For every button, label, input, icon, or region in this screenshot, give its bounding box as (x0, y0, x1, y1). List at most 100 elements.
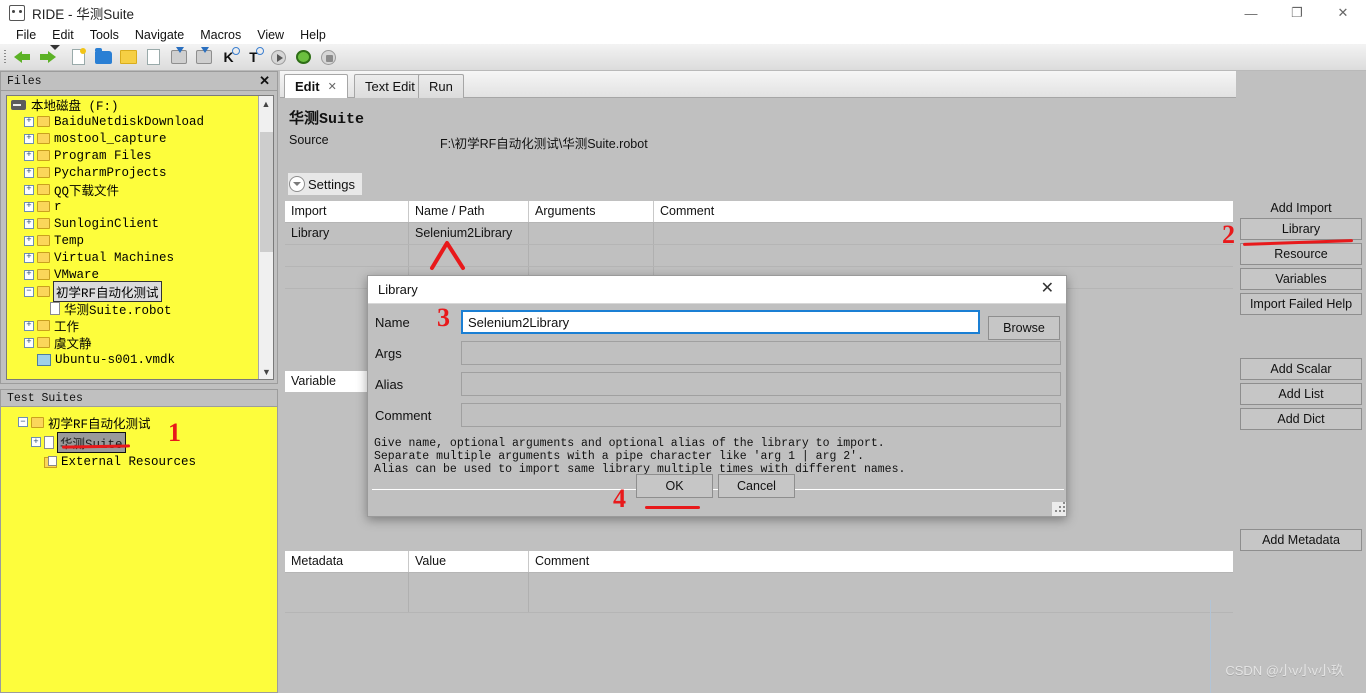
files-tree-item[interactable]: + Virtual Machines (7, 249, 273, 266)
tab-edit[interactable]: Edit ✕ (284, 74, 348, 98)
dialog-name-field[interactable]: Selenium2Library (461, 310, 980, 334)
dialog-comment-field[interactable] (461, 403, 1061, 427)
back-arrow-icon[interactable] (10, 44, 35, 71)
add-scalar-button[interactable]: Add Scalar (1240, 358, 1362, 380)
table-row[interactable] (285, 245, 1233, 267)
search-keyword-icon[interactable]: K (216, 44, 241, 71)
test-suites-tree[interactable]: − 初学RF自动化测试 + 华测Suite External Resources (1, 407, 277, 472)
dialog-name-value: Selenium2Library (468, 315, 570, 330)
tree-expander-icon[interactable]: + (24, 133, 34, 144)
tree-expander-icon[interactable]: + (24, 218, 34, 229)
dialog-cancel-button[interactable]: Cancel (718, 474, 795, 498)
save-icon[interactable] (166, 44, 191, 71)
stop-icon[interactable] (316, 44, 341, 71)
add-dict-button[interactable]: Add Dict (1240, 408, 1362, 430)
tab-text-edit[interactable]: Text Edit (354, 74, 426, 98)
test-suite-item[interactable]: + 华测Suite (1, 431, 277, 453)
dialog-ok-button[interactable]: OK (636, 474, 713, 498)
test-suite-item[interactable]: External Resources (1, 452, 277, 472)
tab-run[interactable]: Run (418, 74, 464, 98)
close-button[interactable]: ✕ (1320, 0, 1366, 26)
scroll-down-icon[interactable]: ▼ (259, 364, 273, 379)
minimize-button[interactable]: — (1228, 0, 1274, 26)
toolbar-grip[interactable] (0, 44, 10, 71)
menu-item-file[interactable]: File (8, 26, 44, 44)
files-tree[interactable]: 本地磁盘 (F:) + BaiduNetdiskDownload + mostool_c… (6, 95, 274, 380)
files-tree-item[interactable]: + 虞文静 (7, 334, 273, 352)
tab-edit-close-icon[interactable]: ✕ (328, 80, 337, 93)
files-tree-item[interactable]: + r (7, 198, 273, 215)
tree-expander-icon[interactable]: + (24, 320, 34, 331)
tree-expander-icon[interactable]: + (24, 167, 34, 178)
save-all-icon[interactable] (191, 44, 216, 71)
cell-import-name[interactable]: Selenium2Library (409, 223, 529, 244)
tree-expander-icon[interactable]: + (24, 116, 34, 127)
tree-expander-icon[interactable]: + (24, 252, 34, 263)
files-tree-item[interactable]: + BaiduNetdiskDownload (7, 113, 273, 130)
files-tree-item[interactable]: + mostool_capture (7, 130, 273, 147)
browse-button[interactable]: Browse (988, 316, 1060, 340)
menu-item-help[interactable]: Help (292, 26, 334, 44)
menu-item-macros[interactable]: Macros (192, 26, 249, 44)
run-icon[interactable] (266, 44, 291, 71)
files-tree-scrollbar[interactable]: ▲ ▼ (258, 96, 273, 379)
scroll-up-icon[interactable]: ▲ (259, 96, 273, 111)
debug-icon[interactable] (291, 44, 316, 71)
add-import-library-button[interactable]: Library (1240, 218, 1362, 240)
scrollbar-thumb[interactable] (260, 132, 273, 252)
tree-expander-icon[interactable]: + (31, 437, 41, 447)
menu-item-edit[interactable]: Edit (44, 26, 82, 44)
tree-expander-icon[interactable]: + (24, 201, 34, 212)
dialog-alias-label: Alias (375, 377, 404, 392)
files-tree-item[interactable]: + SunloginClient (7, 215, 273, 232)
page-title: 华测Suite (289, 111, 365, 128)
table-row[interactable] (285, 573, 1233, 613)
dialog-alias-field[interactable] (461, 372, 1061, 396)
import-failed-help-button[interactable]: Import Failed Help (1240, 293, 1362, 315)
files-tree-item[interactable]: + QQ下载文件 (7, 181, 273, 199)
table-row[interactable]: Library Selenium2Library (285, 223, 1233, 245)
files-tree-item[interactable]: 本地磁盘 (F:) (7, 96, 273, 114)
source-value: F:\初学RF自动化测试\华测Suite.robot (440, 137, 648, 151)
add-import-variables-button[interactable]: Variables (1240, 268, 1362, 290)
search-test-icon[interactable]: T (241, 44, 266, 71)
tree-expander-icon[interactable]: + (24, 337, 34, 348)
maximize-button[interactable]: ❐ (1274, 0, 1320, 26)
tree-expander-icon[interactable]: + (24, 235, 34, 246)
files-tree-item[interactable]: + 工作 (7, 317, 273, 335)
files-tree-item[interactable]: + Program Files (7, 147, 273, 164)
dialog-args-field[interactable] (461, 341, 1061, 365)
cell-import-type[interactable]: Library (285, 223, 409, 244)
files-tree-item[interactable]: + VMware (7, 266, 273, 283)
files-tree-item[interactable]: + PycharmProjects (7, 164, 273, 181)
files-tree-item[interactable]: 华测Suite.robot (7, 300, 273, 318)
settings-toggle[interactable]: Settings (288, 173, 362, 195)
dialog-comment-value (462, 404, 1060, 407)
files-panel-close-icon[interactable]: ✕ (259, 74, 270, 88)
add-import-resource-button[interactable]: Resource (1240, 243, 1362, 265)
new-project-icon[interactable] (66, 44, 91, 71)
tree-expander-icon[interactable]: − (24, 286, 34, 297)
add-metadata-button[interactable]: Add Metadata (1240, 529, 1362, 551)
add-list-button[interactable]: Add List (1240, 383, 1362, 405)
new-file-icon[interactable] (141, 44, 166, 71)
menu-item-navigate[interactable]: Navigate (127, 26, 192, 44)
metadata-table-header: Metadata Value Comment (285, 551, 1233, 573)
tree-expander-icon[interactable]: + (24, 184, 34, 195)
tree-expander-icon[interactable]: − (18, 417, 28, 427)
cell-import-comment[interactable] (654, 223, 1233, 244)
tree-expander-icon[interactable]: + (24, 150, 34, 161)
cell-import-arguments[interactable] (529, 223, 654, 244)
test-suite-item[interactable]: − 初学RF自动化测试 (1, 412, 277, 432)
files-tree-item[interactable]: − 初学RF自动化测试 (7, 281, 273, 302)
new-suite-icon[interactable] (116, 44, 141, 71)
toolbar-overflow-icon[interactable] (48, 44, 62, 52)
menu-item-tools[interactable]: Tools (82, 26, 127, 44)
resize-grip-icon[interactable] (1052, 502, 1066, 516)
menu-item-view[interactable]: View (249, 26, 292, 44)
files-tree-item[interactable]: Ubuntu-s001.vmdk (7, 351, 273, 368)
open-folder-icon[interactable] (91, 44, 116, 71)
files-tree-item[interactable]: + Temp (7, 232, 273, 249)
dialog-close-icon[interactable]: ✕ (1041, 280, 1054, 298)
tree-expander-icon[interactable]: + (24, 269, 34, 280)
